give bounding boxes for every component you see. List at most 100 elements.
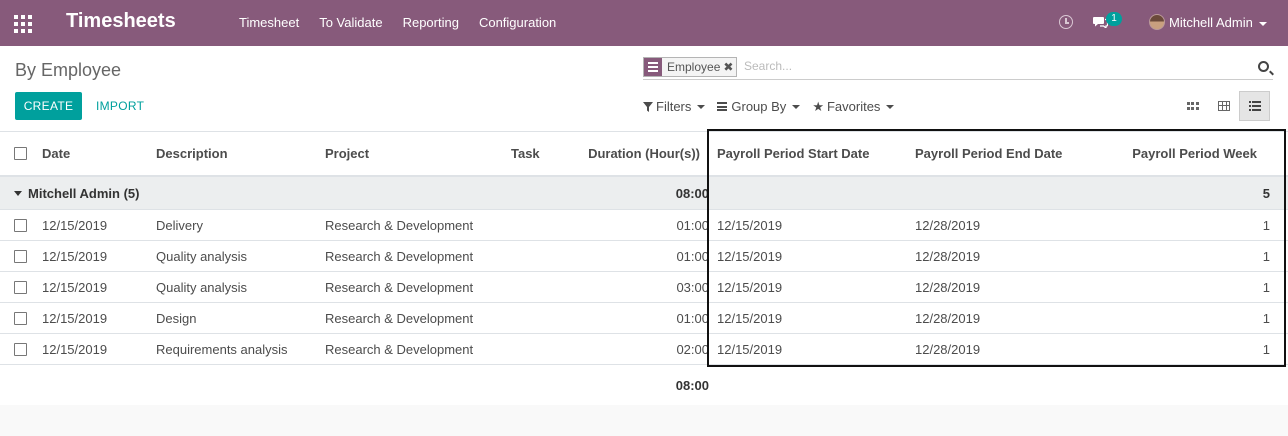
cell-date: 12/15/2019 bbox=[42, 279, 108, 295]
cell-payroll-start: 12/15/2019 bbox=[717, 279, 783, 295]
cell-payroll-start: 12/15/2019 bbox=[717, 310, 783, 326]
cell-description: Design bbox=[156, 310, 197, 326]
list-view-icon bbox=[1248, 101, 1261, 111]
row-checkbox-cell bbox=[14, 241, 27, 271]
grid-view-icon bbox=[1217, 101, 1230, 111]
table-row[interactable]: 12/15/2019 Delivery Research & Developme… bbox=[0, 210, 1288, 241]
column-description[interactable]: Description bbox=[156, 132, 228, 175]
facet-remove-icon[interactable]: ✖ bbox=[723, 60, 736, 74]
row-checkbox[interactable] bbox=[14, 280, 27, 294]
user-avatar[interactable] bbox=[1149, 14, 1165, 30]
group-by-icon bbox=[717, 102, 728, 111]
cell-duration: 03:00 bbox=[676, 279, 709, 295]
chevron-down-icon bbox=[886, 104, 895, 109]
top-navbar: Timesheets Timesheet To Validate Reporti… bbox=[0, 0, 1288, 46]
apps-menu-icon[interactable] bbox=[14, 15, 32, 33]
menu-item-reporting[interactable]: Reporting bbox=[403, 15, 459, 30]
cell-payroll-end: 12/28/2019 bbox=[915, 341, 981, 357]
cell-payroll-end: 12/28/2019 bbox=[915, 310, 981, 326]
cell-date: 12/15/2019 bbox=[42, 217, 108, 233]
group-week-total: 5 bbox=[1262, 185, 1270, 201]
favorites-label: Favorites bbox=[826, 99, 881, 114]
cell-project: Research & Development bbox=[325, 279, 474, 295]
cell-payroll-week: 1 bbox=[1262, 248, 1270, 264]
user-name: Mitchell Admin bbox=[1169, 15, 1253, 30]
cell-payroll-week: 1 bbox=[1262, 279, 1270, 295]
cell-duration: 01:00 bbox=[676, 248, 709, 264]
table-footer: 08:00 bbox=[0, 365, 1288, 405]
filters-label: Filters bbox=[656, 99, 692, 114]
group-label: Mitchell Admin (5) bbox=[28, 185, 140, 201]
cell-payroll-week: 1 bbox=[1262, 217, 1270, 233]
row-checkbox[interactable] bbox=[14, 311, 27, 325]
kanban-view-button[interactable] bbox=[1177, 91, 1208, 121]
column-task[interactable]: Task bbox=[511, 132, 540, 175]
menu-item-timesheet[interactable]: Timesheet bbox=[239, 15, 299, 30]
cell-project: Research & Development bbox=[325, 217, 474, 233]
cell-description: Quality analysis bbox=[156, 248, 248, 264]
activity-clock-icon[interactable] bbox=[1059, 15, 1073, 29]
cell-payroll-start: 12/15/2019 bbox=[717, 217, 783, 233]
cell-project: Research & Development bbox=[325, 248, 474, 264]
favorites-dropdown[interactable]: ★ Favorites bbox=[812, 99, 895, 114]
search-options: Filters Group By ★ Favorites bbox=[643, 99, 906, 114]
cell-description: Quality analysis bbox=[156, 279, 248, 295]
row-checkbox[interactable] bbox=[14, 342, 27, 356]
user-menu[interactable]: Mitchell Admin bbox=[1169, 15, 1267, 30]
search-facet-employee: Employee ✖ bbox=[643, 57, 738, 77]
footer-duration-total: 08:00 bbox=[675, 377, 709, 393]
table-row[interactable]: 12/15/2019 Design Research & Development… bbox=[0, 303, 1288, 334]
app-brand[interactable]: Timesheets bbox=[66, 10, 176, 33]
row-checkbox[interactable] bbox=[14, 249, 27, 263]
collapse-caret-icon bbox=[14, 190, 22, 196]
search-input[interactable] bbox=[744, 59, 1234, 73]
cell-payroll-end: 12/28/2019 bbox=[915, 217, 981, 233]
timesheet-list: Date Description Project Task Duration (… bbox=[0, 132, 1288, 405]
column-payroll-week[interactable]: Payroll Period Week bbox=[1100, 132, 1257, 175]
cell-duration: 02:00 bbox=[676, 341, 709, 357]
facet-value: Employee bbox=[667, 60, 721, 74]
column-date[interactable]: Date bbox=[42, 132, 70, 175]
table-row[interactable]: 12/15/2019 Requirements analysis Researc… bbox=[0, 334, 1288, 365]
row-checkbox[interactable] bbox=[14, 218, 27, 232]
column-project[interactable]: Project bbox=[325, 132, 369, 175]
select-all-checkbox[interactable] bbox=[14, 147, 27, 160]
cell-project: Research & Development bbox=[325, 310, 474, 326]
chevron-down-icon bbox=[792, 104, 801, 109]
group-row[interactable]: Mitchell Admin (5) 08:00 5 bbox=[0, 177, 1288, 210]
cell-project: Research & Development bbox=[325, 341, 474, 357]
menu-item-configuration[interactable]: Configuration bbox=[479, 15, 556, 30]
table-row[interactable]: 12/15/2019 Quality analysis Research & D… bbox=[0, 241, 1288, 272]
row-checkbox-cell bbox=[14, 272, 27, 302]
cell-duration: 01:00 bbox=[676, 310, 709, 326]
cell-date: 12/15/2019 bbox=[42, 310, 108, 326]
select-all-checkbox-cell bbox=[14, 132, 27, 175]
table-header: Date Description Project Task Duration (… bbox=[0, 132, 1288, 177]
column-duration[interactable]: Duration (Hour(s)) bbox=[560, 132, 700, 175]
menu-item-to-validate[interactable]: To Validate bbox=[319, 15, 382, 30]
list-view-button[interactable] bbox=[1239, 91, 1270, 121]
import-button[interactable]: IMPORT bbox=[96, 99, 144, 113]
column-payroll-start[interactable]: Payroll Period Start Date bbox=[717, 132, 869, 175]
group-by-facet-icon bbox=[644, 58, 662, 76]
column-payroll-end[interactable]: Payroll Period End Date bbox=[915, 132, 1062, 175]
cell-duration: 01:00 bbox=[676, 217, 709, 233]
group-toggle[interactable]: Mitchell Admin (5) bbox=[14, 177, 139, 209]
breadcrumb: By Employee bbox=[15, 60, 122, 80]
chevron-down-icon bbox=[1258, 21, 1267, 26]
grid-view-button[interactable] bbox=[1208, 91, 1239, 121]
cell-payroll-week: 1 bbox=[1262, 341, 1270, 357]
create-button[interactable]: CREATE bbox=[15, 92, 82, 120]
cell-description: Delivery bbox=[156, 217, 203, 233]
table-row[interactable]: 12/15/2019 Quality analysis Research & D… bbox=[0, 272, 1288, 303]
filters-dropdown[interactable]: Filters bbox=[643, 99, 706, 114]
view-switcher bbox=[1177, 91, 1270, 121]
search-icon[interactable] bbox=[1258, 61, 1269, 72]
group-by-label: Group By bbox=[731, 99, 787, 114]
star-icon: ★ bbox=[812, 99, 824, 114]
group-duration-total: 08:00 bbox=[675, 185, 709, 201]
cell-date: 12/15/2019 bbox=[42, 341, 108, 357]
group-by-dropdown[interactable]: Group By bbox=[717, 99, 801, 114]
row-checkbox-cell bbox=[14, 334, 27, 364]
chevron-down-icon bbox=[697, 104, 706, 109]
